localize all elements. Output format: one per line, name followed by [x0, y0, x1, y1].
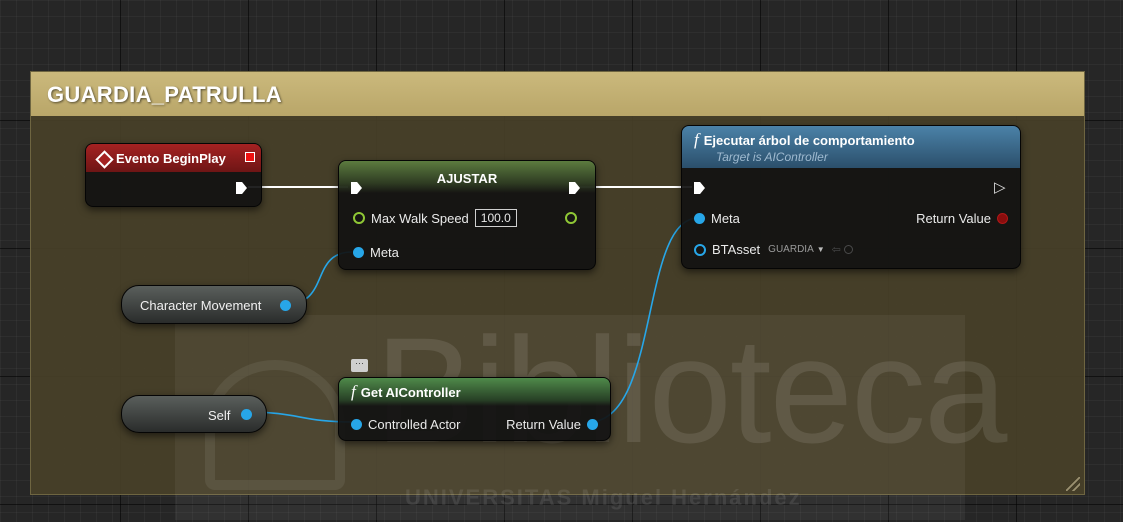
- pin-label-return-value: Return Value: [916, 211, 991, 226]
- character-movement-label: Character Movement: [140, 298, 262, 313]
- event-node-title: Evento BeginPlay: [116, 151, 226, 166]
- float-pin-icon[interactable]: [353, 212, 365, 224]
- character-movement-node[interactable]: Character Movement: [121, 285, 307, 324]
- run-bt-title-row: f Ejecutar árbol de comportamiento: [694, 130, 915, 150]
- exec-out-pin-icon[interactable]: ▷: [994, 180, 1006, 195]
- get-ai-title-row: f Get AIController: [351, 382, 461, 402]
- comment-bubble-icon[interactable]: ···: [351, 359, 368, 372]
- exec-in-pin-icon[interactable]: [694, 182, 705, 194]
- use-selected-arrow-icon[interactable]: ⇦: [832, 243, 841, 256]
- pin-row-return-value: Return Value: [916, 211, 1008, 226]
- pin-label-return-value: Return Value: [506, 417, 581, 432]
- pin-label-controlled-actor: Controlled Actor: [368, 417, 461, 432]
- browse-search-icon[interactable]: [843, 245, 853, 254]
- pin-row-controlled-actor: Controlled Actor: [351, 417, 461, 432]
- btasset-dropdown-value: GUARDIA: [768, 244, 814, 255]
- set-node[interactable]: AJUSTAR Max Walk Speed 100.0 Meta: [338, 160, 596, 270]
- object-pin-icon[interactable]: [351, 419, 362, 430]
- bool-return-pin-icon[interactable]: [997, 213, 1008, 224]
- pin-label-meta: Meta: [370, 245, 399, 260]
- function-icon: f: [351, 382, 356, 401]
- pin-row-meta: Meta: [353, 245, 399, 260]
- set-node-title: AJUSTAR: [436, 171, 498, 186]
- asset-pin-icon[interactable]: [694, 243, 706, 256]
- run-bt-node-subtitle: Target is AIController: [716, 150, 828, 164]
- pin-row-btasset: BTAsset GUARDIA ▼ ⇦: [694, 242, 853, 257]
- object-pin-icon[interactable]: [353, 247, 364, 258]
- run-bt-node-title: Ejecutar árbol de comportamiento: [703, 132, 915, 148]
- exec-out-pin-icon[interactable]: [236, 182, 247, 194]
- run-behavior-tree-node[interactable]: f Ejecutar árbol de comportamiento Targe…: [681, 125, 1021, 269]
- object-pin-icon[interactable]: [694, 213, 705, 224]
- function-icon: f: [694, 130, 699, 149]
- pin-label-max-walk-speed: Max Walk Speed: [371, 210, 469, 226]
- pin-label-btasset: BTAsset: [712, 242, 761, 257]
- pin-row-meta: Meta: [694, 211, 740, 226]
- pin-row-return-value: Return Value: [506, 417, 598, 432]
- event-beginplay-node[interactable]: Evento BeginPlay: [85, 143, 262, 207]
- float-out-pin-icon[interactable]: [565, 212, 577, 224]
- get-ai-node-title: Get AIController: [360, 384, 461, 400]
- pin-label-meta: Meta: [711, 211, 740, 226]
- self-label: Self: [208, 408, 231, 423]
- object-out-pin-icon[interactable]: [587, 419, 598, 430]
- chevron-down-icon: ▼: [816, 245, 825, 254]
- max-walk-speed-input[interactable]: 100.0: [474, 209, 517, 227]
- pin-row-max-walk-speed: Max Walk Speed 100.0: [353, 209, 517, 227]
- get-aicontroller-node[interactable]: f Get AIController Controlled Actor Retu…: [338, 377, 611, 441]
- object-out-pin-icon[interactable]: [280, 300, 291, 311]
- self-node[interactable]: Self: [121, 395, 267, 433]
- event-delegate-pin-icon[interactable]: [245, 152, 255, 162]
- btasset-dropdown[interactable]: GUARDIA ▼: [768, 244, 824, 255]
- object-out-pin-icon[interactable]: [241, 409, 252, 420]
